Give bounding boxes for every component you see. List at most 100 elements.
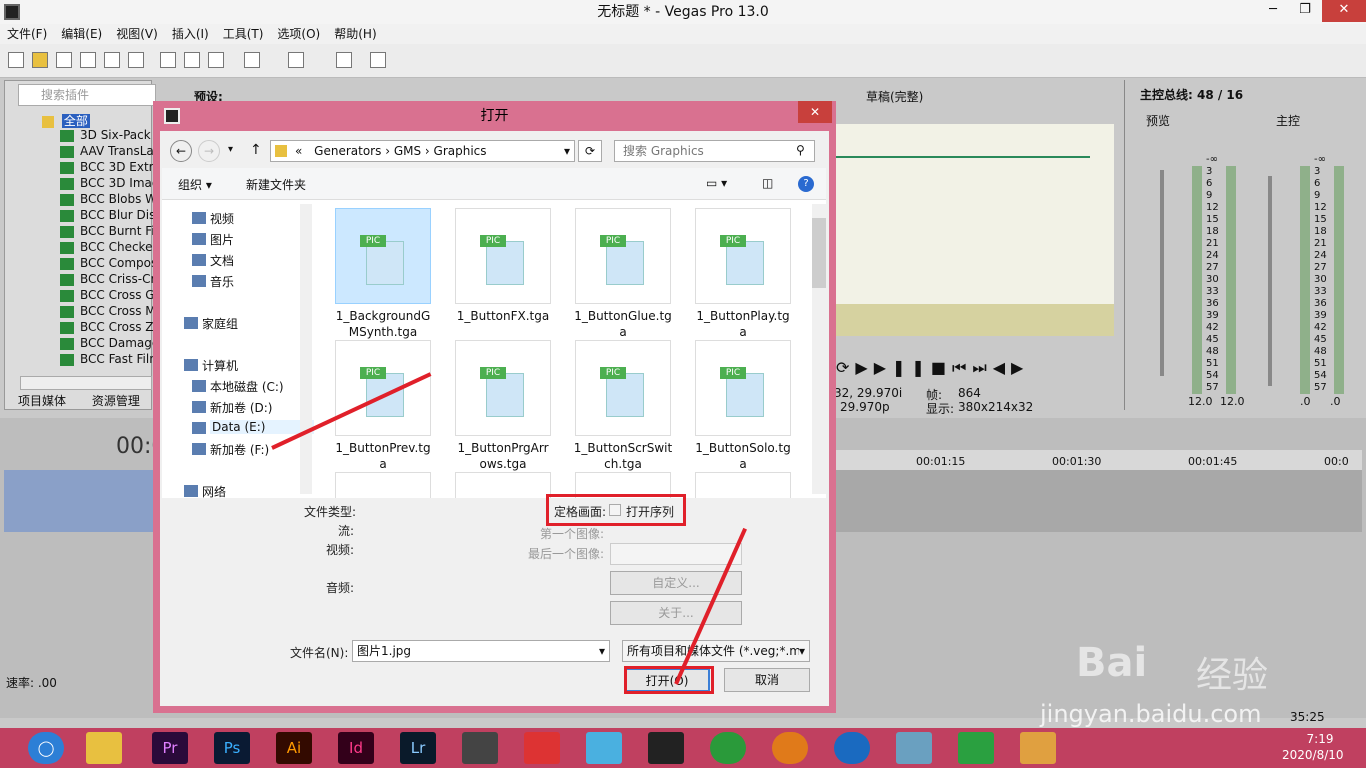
- preview-fader-track[interactable]: [1160, 170, 1164, 376]
- menu-edit[interactable]: 编辑(E): [54, 24, 109, 44]
- file-item[interactable]: PIC 1_ButtonPrgArr ows.tga: [450, 340, 556, 474]
- plugin-item[interactable]: BCC Blobs W: [60, 192, 157, 208]
- brush-icon[interactable]: [336, 52, 352, 68]
- nav-item[interactable]: 视频: [210, 210, 234, 227]
- new-folder-button[interactable]: 新建文件夹: [246, 176, 306, 193]
- explorer-icon[interactable]: [86, 732, 122, 764]
- redo-icon[interactable]: [288, 52, 304, 68]
- plugin-item[interactable]: BCC Blur Diss: [60, 208, 162, 224]
- nav-item[interactable]: 图片: [210, 231, 234, 248]
- indesign-icon[interactable]: Id: [338, 732, 374, 764]
- vegas-taskbar-icon[interactable]: [462, 732, 498, 764]
- whats-this-icon[interactable]: [370, 52, 386, 68]
- tab-project-media[interactable]: 项目媒体: [18, 394, 66, 408]
- lightroom-icon[interactable]: Lr: [400, 732, 436, 764]
- file-item[interactable]: PIC 1_ButtonPlay.tg a: [690, 208, 796, 342]
- file-item[interactable]: PIC 1_ButtonGlue.tg a: [570, 208, 676, 342]
- plugin-item[interactable]: BCC Cross Zo: [60, 320, 161, 336]
- preview-quality-select[interactable]: 草稿(完整): [866, 88, 923, 105]
- plugin-tree-root[interactable]: 全部: [24, 112, 154, 128]
- dialog-search-input[interactable]: 搜索 Graphics: [614, 140, 815, 162]
- plugin-item[interactable]: BCC Criss-Cro: [60, 272, 162, 288]
- premiere-icon[interactable]: Pr: [152, 732, 188, 764]
- help-icon[interactable]: ?: [798, 176, 814, 192]
- nav-item[interactable]: 家庭组: [202, 315, 238, 332]
- file-scroll-thumb[interactable]: [812, 218, 826, 288]
- photoshop-icon[interactable]: Ps: [214, 732, 250, 764]
- new-icon[interactable]: [8, 52, 24, 68]
- preview-pane-icon[interactable]: ◫: [762, 176, 773, 190]
- last-image-input[interactable]: [610, 543, 742, 565]
- menu-options[interactable]: 选项(O): [270, 24, 327, 44]
- nav-item[interactable]: 网络: [202, 483, 226, 500]
- render-icon[interactable]: [104, 52, 120, 68]
- plugin-item[interactable]: BCC 3D Extru: [60, 160, 161, 176]
- undo-icon[interactable]: [244, 52, 260, 68]
- back-button[interactable]: ←: [170, 140, 192, 162]
- recent-locations-icon[interactable]: ▾: [228, 144, 233, 155]
- menu-tools[interactable]: 工具(T): [216, 24, 271, 44]
- open-folder-icon[interactable]: [32, 52, 48, 68]
- nav-item[interactable]: 新加卷 (F:): [210, 441, 269, 458]
- master-fader-track[interactable]: [1268, 176, 1272, 386]
- nav-item[interactable]: 计算机: [202, 357, 238, 374]
- forward-button[interactable]: →: [198, 140, 220, 162]
- plugin-item[interactable]: 3D Six-Pack: [60, 128, 151, 144]
- plugin-item[interactable]: BCC Composi: [60, 256, 161, 272]
- nav-scrollbar[interactable]: [300, 204, 312, 494]
- menu-insert[interactable]: 插入(I): [165, 24, 216, 44]
- search-taskbar-icon[interactable]: [1020, 732, 1056, 764]
- plugin-item[interactable]: BCC Cross Me: [60, 304, 163, 320]
- nav-item[interactable]: 音乐: [210, 273, 234, 290]
- file-item[interactable]: PIC 1_ButtonFX.tga: [450, 208, 556, 342]
- path-gms[interactable]: GMS: [394, 144, 421, 158]
- cancel-button[interactable]: 取消: [724, 668, 810, 692]
- file-item-partial[interactable]: [330, 472, 436, 498]
- plugin-item[interactable]: BCC 3D Imag: [60, 176, 159, 192]
- app-icon-1[interactable]: [524, 732, 560, 764]
- app-icon-4[interactable]: [834, 732, 870, 764]
- paste-icon[interactable]: [208, 52, 224, 68]
- plugin-item[interactable]: BCC Fast Film: [60, 352, 161, 368]
- file-scrollbar[interactable]: [812, 204, 826, 494]
- up-folder-icon[interactable]: ↑: [250, 142, 262, 158]
- start-icon[interactable]: ◯: [28, 732, 64, 764]
- plugin-scrollbar[interactable]: [20, 376, 152, 390]
- nav-item[interactable]: 新加卷 (D:): [210, 399, 272, 416]
- chrome-icon[interactable]: [710, 732, 746, 764]
- filename-dropdown-icon[interactable]: ▾: [599, 641, 605, 661]
- plugin-item[interactable]: BCC Cross Gli: [60, 288, 161, 304]
- app-icon-2[interactable]: [586, 732, 622, 764]
- filename-input[interactable]: 图片1.jpg ▾: [352, 640, 610, 662]
- transport-controls[interactable]: ⟳▶▶❚❚■⏮⏭◀▶: [836, 358, 1029, 378]
- plugin-item[interactable]: AAV TransLab: [60, 144, 161, 160]
- address-bar[interactable]: « Generators › GMS › Graphics ▾: [270, 140, 575, 162]
- file-item[interactable]: PIC 1_BackgroundG MSynth.tga: [330, 208, 436, 342]
- plugin-item[interactable]: BCC Checker: [60, 240, 157, 256]
- path-graphics[interactable]: Graphics: [434, 144, 487, 158]
- menu-file[interactable]: 文件(F): [0, 24, 54, 44]
- tab-explorer[interactable]: 资源管理: [92, 394, 140, 408]
- organize-button[interactable]: 组织 ▾: [178, 176, 212, 193]
- minimize-button[interactable]: ─: [1258, 0, 1288, 22]
- filetype-select[interactable]: 所有项目和媒体文件 (*.veg;*.m ▾: [622, 640, 810, 662]
- cut-icon[interactable]: [160, 52, 176, 68]
- file-item[interactable]: PIC 1_ButtonScrSwit ch.tga: [570, 340, 676, 474]
- view-options-icon[interactable]: ▭ ▾: [706, 176, 727, 190]
- illustrator-icon[interactable]: Ai: [276, 732, 312, 764]
- restore-button[interactable]: ❐: [1290, 0, 1320, 22]
- menu-help[interactable]: 帮助(H): [327, 24, 383, 44]
- plugin-search-input[interactable]: 搜索插件: [18, 84, 156, 106]
- filetype-dropdown-icon[interactable]: ▾: [798, 641, 805, 661]
- file-item[interactable]: PIC 1_ButtonPrev.tg a: [330, 340, 436, 474]
- app-icon-3[interactable]: [772, 732, 808, 764]
- file-item-partial[interactable]: [690, 472, 796, 498]
- nav-item[interactable]: 文档: [210, 252, 234, 269]
- track-lane[interactable]: [836, 470, 1362, 532]
- file-item-partial[interactable]: [450, 472, 556, 498]
- qq-icon[interactable]: [648, 732, 684, 764]
- file-item[interactable]: PIC 1_ButtonSolo.tg a: [690, 340, 796, 474]
- properties-icon[interactable]: [128, 52, 144, 68]
- app-icon-6[interactable]: [958, 732, 994, 764]
- address-dropdown-icon[interactable]: ▾: [564, 141, 570, 161]
